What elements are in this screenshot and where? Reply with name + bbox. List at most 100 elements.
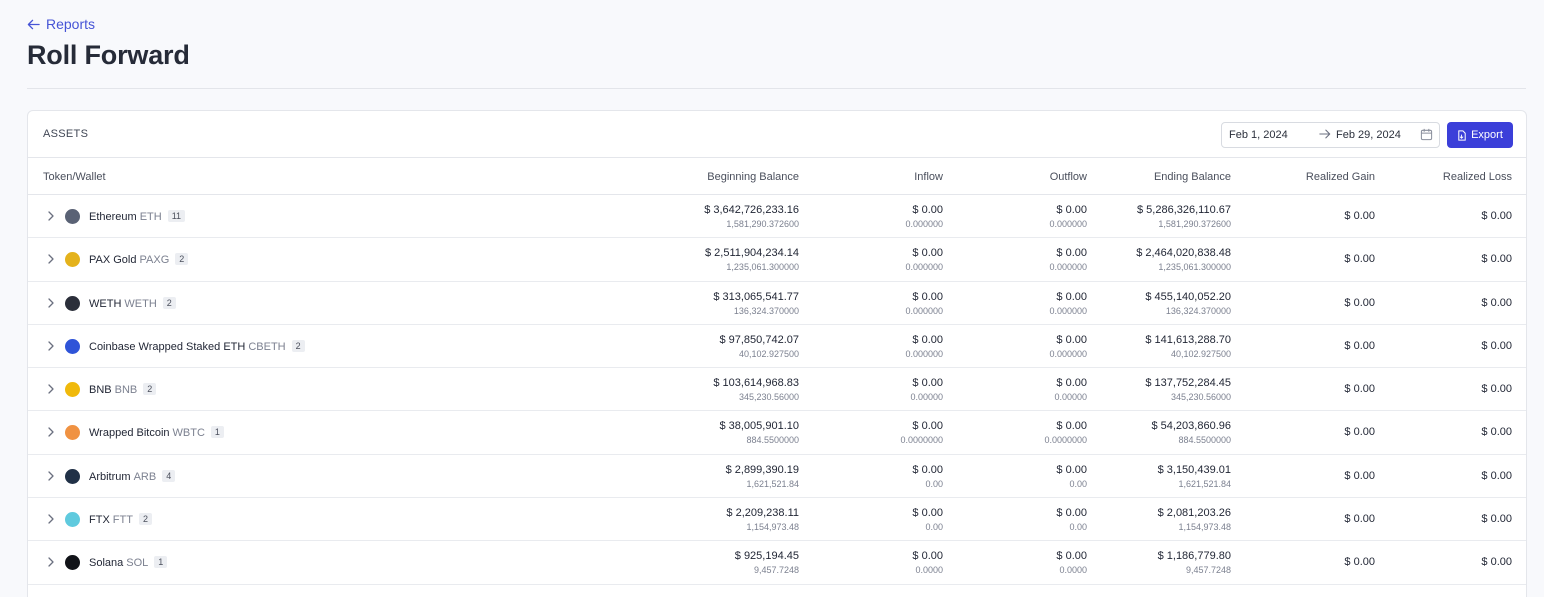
cell-realized-loss: $ 0.00 (1392, 368, 1512, 411)
amount-usd: $ 0.00 (912, 550, 943, 563)
amount-usd: $ 38,005,901.10 (719, 420, 799, 433)
amount-quantity: 1,154,973.48 (746, 522, 799, 533)
amount-usd: $ 0.00 (912, 333, 943, 346)
amount-quantity: 0.000000 (905, 305, 943, 316)
weth-icon (65, 295, 80, 311)
amount-quantity: 0.000000 (905, 348, 943, 359)
cell-realized-gain: $ 0.00 (1255, 195, 1375, 238)
back-to-reports-link[interactable]: Reports (27, 16, 95, 32)
table-row[interactable]: PAX Gold PAXG 2 $ 2,511,904,234.14 1,235,061… (28, 238, 1526, 282)
col-realized-loss: Realized Loss (1442, 171, 1512, 183)
cell-outflow: $ 0.00 0.00000 (947, 368, 1087, 411)
table-row[interactable]: BNB BNB 2 $ 103,614,968.83 345,230.56000 $ 0.… (28, 368, 1526, 412)
amount-usd: $ 0.00 (1056, 550, 1087, 563)
arrow-right-icon (1319, 129, 1331, 139)
chevron-right-icon[interactable] (45, 383, 57, 395)
table-row[interactable]: WETH WETH 2 $ 313,065,541.77 136,324.370000 $… (28, 282, 1526, 325)
amount-quantity: 1,621,521.84 (1178, 478, 1231, 489)
realized-gain-value: $ 0.00 (1344, 253, 1375, 266)
table-row[interactable]: Arbitrum ARB 4 $ 2,899,390.19 1,621,521.84 $ … (28, 455, 1526, 499)
chevron-right-icon[interactable] (45, 253, 57, 265)
cell-ending-balance: $ 137,752,284.45 345,230.56000 (1091, 368, 1231, 411)
token-symbol: ETH (139, 211, 162, 223)
realized-gain-value: $ 0.00 (1344, 469, 1375, 482)
cell-realized-loss: $ 0.00 (1392, 282, 1512, 325)
wallet-count-badge: 2 (291, 339, 305, 352)
cell-realized-gain: $ 0.00 (1255, 498, 1375, 541)
cell-ending-balance: $ 1,186,779.80 9,457.7248 (1091, 541, 1231, 584)
amount-usd: $ 103,614,968.83 (713, 377, 799, 390)
realized-loss-value: $ 0.00 (1481, 210, 1512, 222)
amount-quantity: 0.00000 (910, 392, 943, 403)
realized-loss-value: $ 0.00 (1481, 513, 1512, 526)
calendar-icon[interactable] (1420, 128, 1433, 141)
arrow-left-icon (27, 19, 40, 29)
realized-gain-value: $ 0.00 (1344, 339, 1375, 352)
amount-quantity: 0.00 (925, 522, 943, 533)
token-symbol: WETH (124, 297, 157, 310)
token-name-cell: Solana SOL 1 (89, 556, 168, 570)
amount-quantity: 1,581,290.372600 (726, 219, 799, 229)
cell-realized-loss: $ 0.00 (1392, 541, 1512, 584)
amount-quantity: 0.000000 (905, 262, 943, 273)
ethereum-icon (65, 209, 80, 224)
cell-realized-gain: $ 0.00 (1255, 282, 1375, 325)
token-name: Solana (89, 557, 124, 570)
cell-ending-balance: $ 455,140,052.20 136,324.370000 (1091, 282, 1231, 325)
table-row[interactable]: FTX FTT 2 $ 2,209,238.11 1,154,973.48 $ 0.00 0… (28, 498, 1526, 542)
cell-realized-loss: $ 0.00 (1392, 195, 1512, 238)
amount-quantity: 0.000000 (1049, 348, 1087, 359)
cell-beginning-balance: $ 38,005,901.10 884.5500000 (659, 411, 799, 454)
wallet-count-badge: 11 (167, 210, 186, 222)
amount-quantity: 884.5500000 (746, 435, 799, 446)
table-row[interactable]: Solana SOL 1 $ 925,194.45 9,457.7248 $ 0.00 0.… (28, 541, 1526, 585)
token-name: BNB (89, 384, 112, 397)
bnb-icon (65, 382, 80, 398)
cell-beginning-balance: $ 925,194.45 9,457.7248 (659, 541, 799, 584)
cell-outflow: $ 0.00 0.000000 (947, 325, 1087, 368)
amount-quantity: 0.000000 (1049, 262, 1087, 273)
table-row[interactable]: Coinbase Wrapped Staked ETH CBETH 2 $ 97,85… (28, 325, 1526, 369)
realized-gain-value: $ 0.00 (1344, 210, 1375, 222)
amount-usd: $ 0.00 (1056, 204, 1087, 216)
file-export-icon (1458, 129, 1466, 141)
table-row[interactable]: Ethereum ETH 11 $ 3,642,726,233.16 1,581,290… (28, 195, 1526, 239)
cell-realized-loss: $ 0.00 (1392, 238, 1512, 281)
chevron-right-icon[interactable] (45, 556, 57, 568)
cell-outflow: $ 0.00 0.0000 (947, 541, 1087, 584)
amount-quantity: 136,324.370000 (1165, 305, 1231, 316)
amount-usd: $ 3,642,726,233.16 (704, 204, 799, 216)
chevron-right-icon[interactable] (45, 210, 57, 222)
chevron-right-icon[interactable] (45, 513, 57, 525)
cell-beginning-balance: $ 3,642,726,233.16 1,581,290.372600 (659, 195, 799, 238)
token-name-cell: Arbitrum ARB 4 (89, 469, 176, 483)
amount-usd: $ 3,150,439.01 (1157, 463, 1231, 476)
amount-usd: $ 0.00 (912, 377, 943, 390)
chevron-right-icon[interactable] (45, 297, 57, 309)
table-row[interactable]: Wrapped Bitcoin WBTC 1 $ 38,005,901.10 884.5… (28, 411, 1526, 455)
chevron-right-icon[interactable] (45, 340, 57, 352)
back-link-label: Reports (46, 16, 96, 32)
token-name: FTX (89, 514, 110, 527)
amount-usd: $ 0.00 (1056, 333, 1087, 346)
amount-usd: $ 97,850,742.07 (719, 333, 799, 346)
cell-ending-balance: $ 54,203,860.96 884.5500000 (1091, 411, 1231, 454)
export-button[interactable]: Export (1447, 122, 1513, 148)
cell-inflow: $ 0.00 0.0000 (803, 541, 943, 584)
chevron-right-icon[interactable] (45, 426, 57, 438)
token-name-cell: Wrapped Bitcoin WBTC 1 (89, 426, 224, 439)
token-name-cell: BNB BNB 2 (89, 383, 157, 397)
wallet-count-badge: 1 (154, 556, 168, 569)
date-end[interactable]: Feb 29, 2024 (1336, 129, 1401, 141)
amount-quantity: 1,581,290.372600 (1158, 219, 1231, 229)
date-range-picker[interactable]: Feb 1, 2024 Feb 29, 2024 (1221, 122, 1440, 148)
cell-inflow: $ 0.00 0.000000 (803, 238, 943, 281)
amount-quantity: 1,621,521.84 (746, 478, 799, 489)
card-header: ASSETS Feb 1, 2024 Feb 29, 2024 Export (28, 111, 1526, 158)
wallet-count-badge: 2 (162, 296, 176, 309)
col-ending-balance: Ending Balance (1153, 171, 1231, 183)
date-start[interactable]: Feb 1, 2024 (1229, 129, 1288, 141)
chevron-right-icon[interactable] (45, 470, 57, 482)
col-token: Token/Wallet (43, 171, 106, 183)
amount-quantity: 1,235,061.300000 (1158, 262, 1231, 273)
